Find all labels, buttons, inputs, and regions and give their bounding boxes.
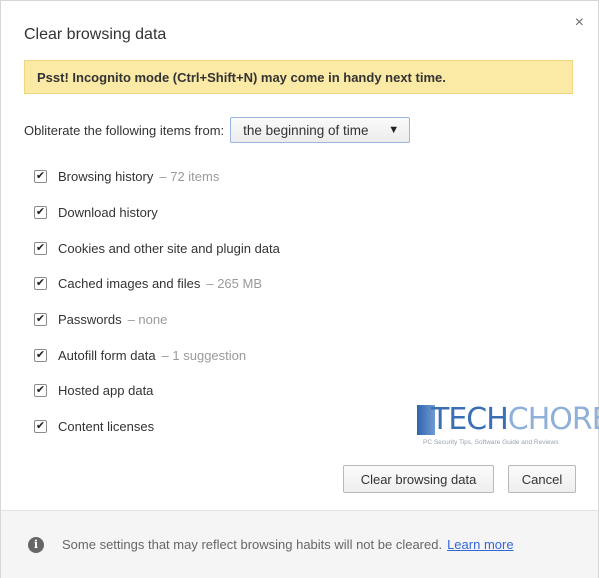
list-item-browsing-history[interactable]: ✔ Browsing history – 72 items <box>34 159 280 195</box>
list-item-cookies[interactable]: ✔ Cookies and other site and plugin data <box>34 230 280 266</box>
cancel-button[interactable]: Cancel <box>508 465 576 493</box>
item-label: Passwords <box>58 312 122 328</box>
time-range-label: Obliterate the following items from: <box>24 122 225 138</box>
list-item-hosted-app-data[interactable]: ✔ Hosted app data <box>34 373 280 409</box>
clear-browsing-data-button[interactable]: Clear browsing data <box>343 465 494 493</box>
time-range-row: Obliterate the following items from: the… <box>24 117 411 143</box>
item-meta: – 72 items <box>159 169 220 185</box>
checkmark-icon: ✔ <box>35 277 46 290</box>
item-label: Hosted app data <box>58 383 154 399</box>
banner-text: Psst! Incognito mode (Ctrl+Shift+N) may … <box>37 70 446 85</box>
checkmark-icon: ✔ <box>35 313 46 326</box>
logo-tagline: PC Security Tips, Software Guide and Rev… <box>423 439 559 446</box>
checkbox-download-history[interactable]: ✔ <box>34 206 47 220</box>
item-meta: – 265 MB <box>206 276 263 292</box>
checkbox-autofill[interactable]: ✔ <box>34 348 47 362</box>
time-range-value: the beginning of time <box>243 122 369 138</box>
list-item-passwords[interactable]: ✔ Passwords – none <box>34 302 280 338</box>
checkmark-icon: ✔ <box>35 384 46 397</box>
close-icon[interactable]: × <box>575 15 584 31</box>
list-item-autofill[interactable]: ✔ Autofill form data – 1 suggestion <box>34 337 280 373</box>
logo-word-chore: CHORE <box>507 402 599 437</box>
clear-browsing-data-dialog: × Clear browsing data Psst! Incognito mo… <box>0 0 599 578</box>
item-label: Content licenses <box>58 419 155 435</box>
footer-text: Some settings that may reflect browsing … <box>62 537 443 552</box>
item-label: Browsing history <box>58 169 154 185</box>
list-item-cached-images[interactable]: ✔ Cached images and files – 265 MB <box>34 266 280 302</box>
checkmark-icon: ✔ <box>35 241 46 254</box>
incognito-tip-banner: Psst! Incognito mode (Ctrl+Shift+N) may … <box>24 60 573 94</box>
checkmark-icon: ✔ <box>35 420 46 433</box>
checkbox-cookies[interactable]: ✔ <box>34 241 47 255</box>
info-icon: i <box>28 536 44 553</box>
checkbox-passwords[interactable]: ✔ <box>34 313 47 327</box>
list-item-content-licenses[interactable]: ✔ Content licenses <box>34 409 280 445</box>
item-meta: – none <box>127 312 168 328</box>
item-label: Cookies and other site and plugin data <box>58 240 280 256</box>
checkbox-cached-images[interactable]: ✔ <box>34 277 47 291</box>
checkmark-icon: ✔ <box>35 170 46 183</box>
logo-wordmark: TECHCHORE <box>431 403 599 437</box>
data-type-list: ✔ Browsing history – 72 items ✔ Download… <box>34 159 280 445</box>
list-item-download-history[interactable]: ✔ Download history <box>34 195 280 231</box>
item-label: Autofill form data <box>58 347 156 363</box>
checkbox-browsing-history[interactable]: ✔ <box>34 170 47 184</box>
checkmark-icon: ✔ <box>35 348 46 361</box>
checkbox-hosted-app-data[interactable]: ✔ <box>34 384 47 398</box>
time-range-select[interactable]: the beginning of time ▼ <box>230 117 411 143</box>
chevron-down-icon: ▼ <box>388 124 400 136</box>
dialog-title: Clear browsing data <box>24 26 167 43</box>
techchore-watermark-logo: TECHCHORE PC Security Tips, Software Gui… <box>417 403 599 449</box>
logo-word-tech: TECH <box>431 402 509 437</box>
item-label: Cached images and files <box>58 276 201 292</box>
learn-more-link[interactable]: Learn more <box>447 537 513 552</box>
item-label: Download history <box>58 205 158 221</box>
checkmark-icon: ✔ <box>35 206 46 219</box>
dialog-footer: i Some settings that may reflect browsin… <box>1 510 598 578</box>
item-meta: – 1 suggestion <box>161 347 247 363</box>
checkbox-content-licenses[interactable]: ✔ <box>34 420 47 434</box>
